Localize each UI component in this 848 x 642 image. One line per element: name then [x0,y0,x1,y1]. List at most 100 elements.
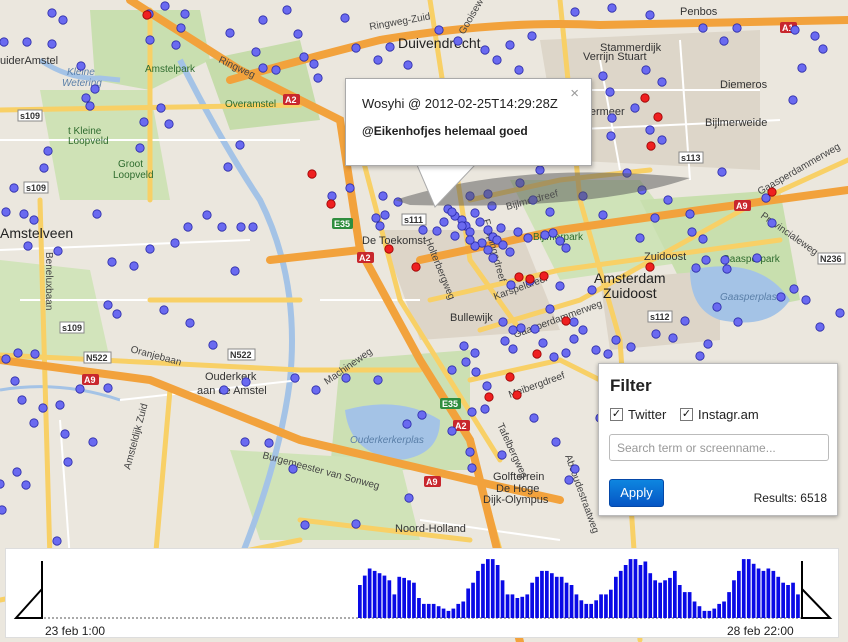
instagram-marker[interactable] [719,36,729,46]
instagram-marker[interactable] [9,183,19,193]
instagram-marker[interactable] [564,475,574,485]
instagram-marker[interactable] [176,23,186,33]
instagram-marker[interactable] [58,15,68,25]
instagram-marker[interactable] [548,228,558,238]
instagram-marker[interactable] [465,447,475,457]
instagram-marker[interactable] [555,236,565,246]
instagram-marker[interactable] [271,65,281,75]
instagram-marker[interactable] [164,119,174,129]
instagram-marker[interactable] [505,247,515,257]
instagram-marker[interactable] [470,208,480,218]
instagram-marker[interactable] [107,257,117,267]
instagram-marker[interactable] [30,349,40,359]
timeline-panel[interactable]: 23 feb 1:00 28 feb 22:00 [5,548,839,638]
instagram-marker[interactable] [657,77,667,87]
instagram-marker[interactable] [88,437,98,447]
timeline-histogram[interactable] [6,549,840,639]
instagram-checkbox-box[interactable]: ✓ [680,408,693,421]
instagram-marker[interactable] [418,225,428,235]
instagram-marker[interactable] [691,263,701,273]
instagram-marker[interactable] [810,31,820,41]
instagram-marker[interactable] [720,255,730,265]
instagram-marker[interactable] [223,162,233,172]
instagram-marker[interactable] [561,243,571,253]
instagram-marker[interactable] [447,426,457,436]
instagram-marker[interactable] [587,285,597,295]
instagram-marker[interactable] [611,335,621,345]
instagram-marker[interactable] [313,73,323,83]
apply-button[interactable]: Apply [609,479,664,507]
instagram-marker[interactable] [513,227,523,237]
instagram-marker[interactable] [75,384,85,394]
instagram-marker[interactable] [527,31,537,41]
instagram-marker[interactable] [641,65,651,75]
instagram-marker[interactable] [264,438,274,448]
instagram-marker[interactable] [789,284,799,294]
instagram-marker[interactable] [60,429,70,439]
instagram-marker[interactable] [85,101,95,111]
instagram-marker[interactable] [39,163,49,173]
instagram-marker[interactable] [603,349,613,359]
instagram-marker[interactable] [598,71,608,81]
instagram-marker[interactable] [288,464,298,474]
instagram-marker[interactable] [90,84,100,94]
instagram-marker[interactable] [373,375,383,385]
instagram-marker[interactable] [55,400,65,410]
instagram-marker[interactable] [498,240,508,250]
instagram-marker[interactable] [185,318,195,328]
instagram-marker[interactable] [801,295,811,305]
instagram-marker[interactable] [450,231,460,241]
instagram-marker[interactable] [345,183,355,193]
instagram-marker[interactable] [496,223,506,233]
instagram-marker[interactable] [309,59,319,69]
instagram-marker[interactable] [687,227,697,237]
instagram-marker[interactable] [10,376,20,386]
instagram-marker[interactable] [139,117,149,127]
instagram-marker[interactable] [605,87,615,97]
instagram-marker[interactable] [375,221,385,231]
instagram-marker[interactable] [378,191,388,201]
instagram-marker[interactable] [145,35,155,45]
instagram-marker[interactable] [657,135,667,145]
instagram-marker[interactable] [698,23,708,33]
instagram-marker[interactable] [685,209,695,219]
instagram-marker[interactable] [404,493,414,503]
instagram-marker[interactable] [371,213,381,223]
instagram-marker[interactable] [788,95,798,105]
instagram-marker[interactable] [23,241,33,251]
instagram-marker[interactable] [183,222,193,232]
instagram-marker[interactable] [282,5,292,15]
instagram-marker[interactable] [160,1,170,11]
twitter-marker[interactable] [514,272,524,282]
instagram-marker[interactable] [591,345,601,355]
instagram-marker[interactable] [1,354,11,364]
right-range-handle[interactable] [801,561,833,619]
instagram-marker[interactable] [607,3,617,13]
instagram-marker[interactable] [385,42,395,52]
instagram-marker[interactable] [63,457,73,467]
instagram-marker[interactable] [475,217,485,227]
instagram-marker[interactable] [538,338,548,348]
left-range-handle[interactable] [13,561,43,619]
instagram-marker[interactable] [38,403,48,413]
instagram-marker[interactable] [570,464,580,474]
instagram-marker[interactable] [240,437,250,447]
twitter-marker[interactable] [640,93,650,103]
instagram-marker[interactable] [340,13,350,23]
instagram-marker[interactable] [645,10,655,20]
instagram-marker[interactable] [471,367,481,377]
instagram-marker[interactable] [230,266,240,276]
instagram-marker[interactable] [530,324,540,334]
instagram-marker[interactable] [701,255,711,265]
instagram-marker[interactable] [815,322,825,332]
twitter-marker[interactable] [411,262,421,272]
instagram-marker[interactable] [545,304,555,314]
instagram-marker[interactable] [695,351,705,361]
instagram-marker[interactable] [403,60,413,70]
twitter-checkbox[interactable]: ✓ Twitter [610,407,666,422]
instagram-marker[interactable] [135,143,145,153]
instagram-marker[interactable] [540,230,550,240]
instagram-marker[interactable] [0,37,9,47]
instagram-marker[interactable] [219,385,229,395]
instagram-marker[interactable] [752,253,762,263]
